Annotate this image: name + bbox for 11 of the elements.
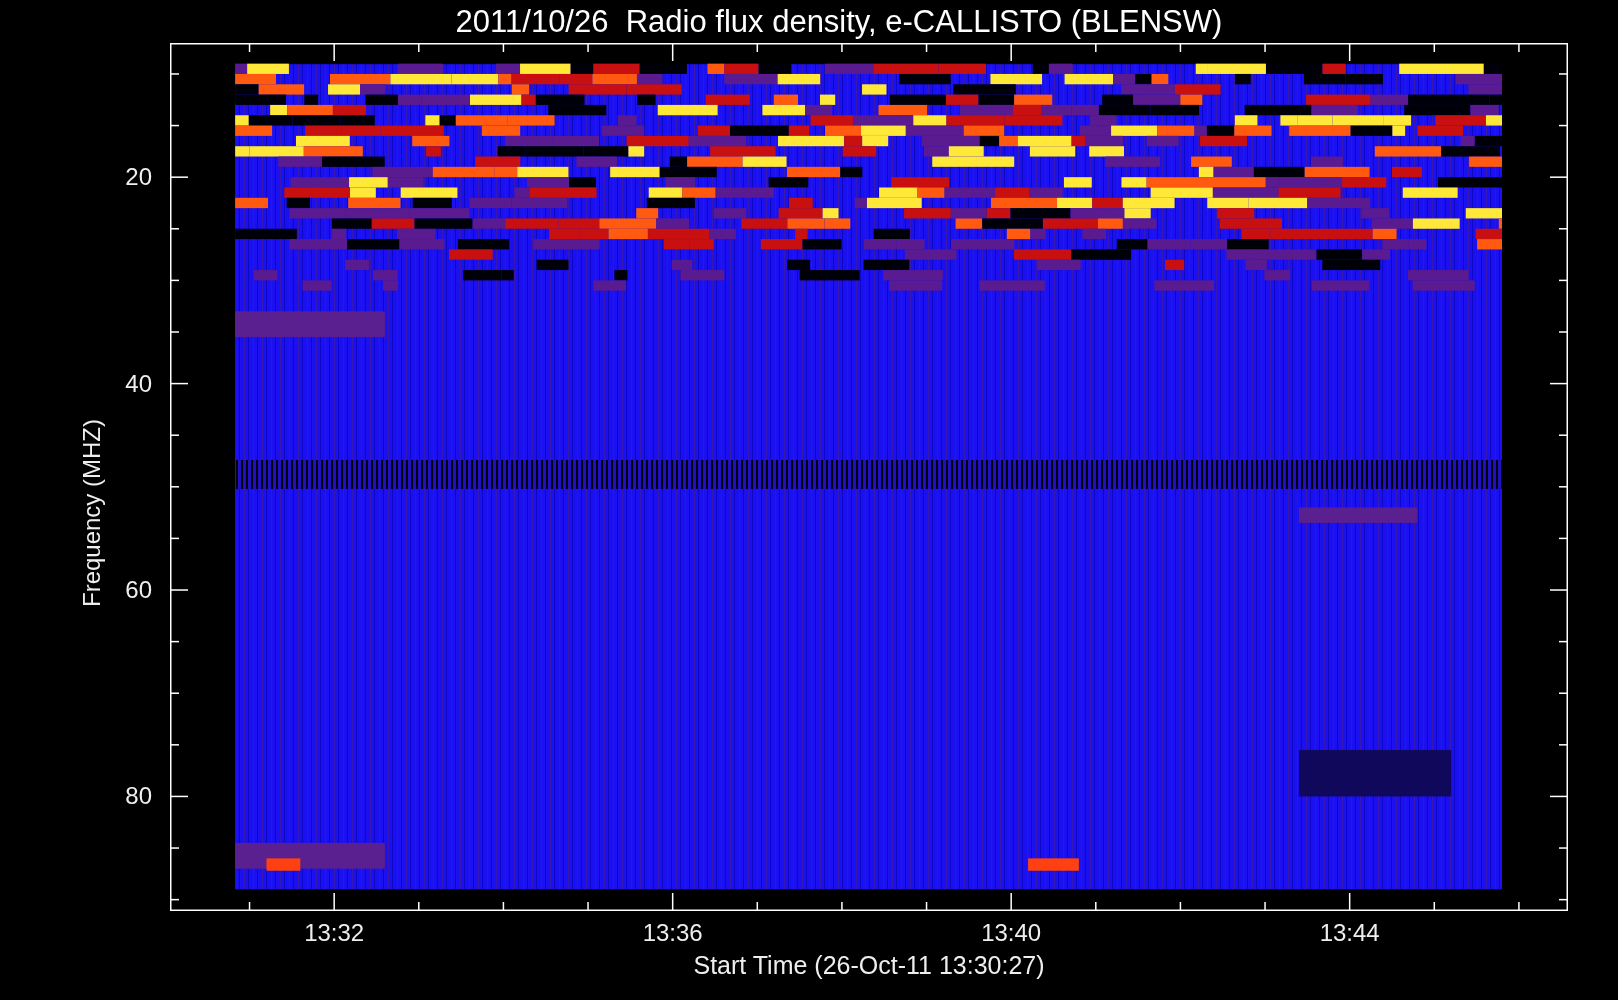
x-tick-label: 13:44 (1319, 919, 1380, 947)
y-tick-label: 20 (125, 163, 152, 192)
y-tick-label: 60 (125, 576, 152, 604)
y-tick-label: 40 (125, 369, 152, 398)
x-tick-label: 13:36 (642, 919, 703, 947)
y-tick-label: 80 (125, 782, 152, 811)
x-axis-label: Start Time (26-Oct-11 13:30:27) (693, 951, 1045, 980)
x-tick-label: 13:32 (304, 919, 365, 947)
x-tick-label: 13:40 (981, 919, 1042, 947)
y-axis-label: Frequency (MHZ) (78, 419, 106, 607)
chart-title: 2011/10/26 Radio flux density, e-CALLISTO (BLENSW) (455, 3, 1223, 40)
